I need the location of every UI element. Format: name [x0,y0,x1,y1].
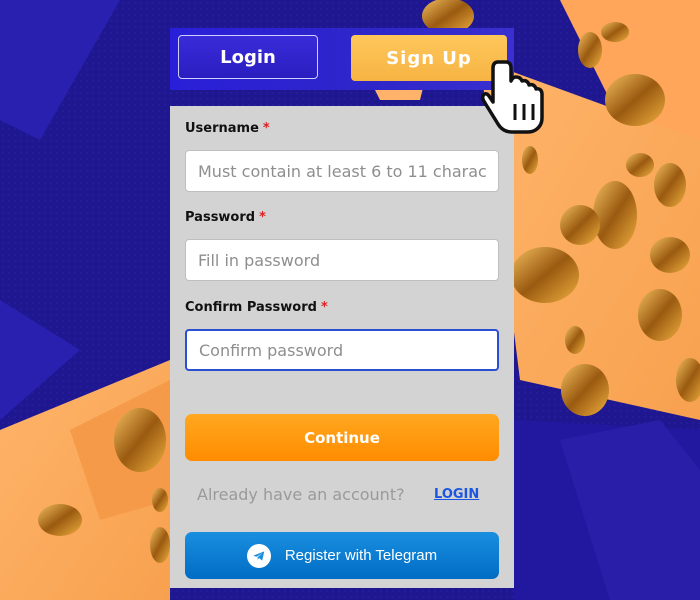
required-asterisk: * [320,300,328,315]
username-input[interactable] [185,150,499,192]
register-telegram-label: Register with Telegram [284,547,438,564]
password-label-text: Password [185,210,256,225]
login-link[interactable]: LOGIN [434,487,479,502]
continue-button[interactable]: Continue [185,414,499,461]
confirm-password-label: Confirm Password * [185,300,328,315]
username-label: Username * [185,121,270,136]
tab-login[interactable]: Login [178,35,318,79]
auth-tab-bar: Login Sign Up [170,28,514,90]
auth-panel: Login Sign Up Username* Password* Confir… [170,28,514,588]
telegram-icon [246,543,271,568]
signup-form: Username* Password* Confirm Password* Co… [170,106,514,588]
required-asterisk: * [262,121,270,136]
required-asterisk: * [259,210,266,225]
password-input[interactable] [185,239,499,281]
confirm-password-input[interactable] [185,329,499,371]
confirm-password-label-text: Confirm Password [185,300,317,315]
username-label-text: Username [185,121,259,136]
already-have-account-text: Already have an account? [197,485,405,504]
register-telegram-button[interactable]: Register with Telegram [185,532,499,579]
hand-pointer-cursor [480,60,544,134]
password-label: Password * [185,210,266,225]
